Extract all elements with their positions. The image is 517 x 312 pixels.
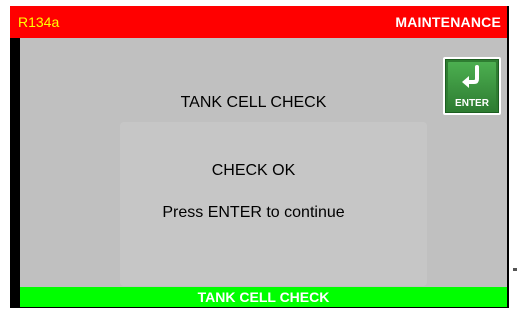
enter-button[interactable]: ENTER — [443, 57, 501, 115]
footer-bar: TANK CELL CHECK — [20, 287, 507, 307]
page-title: TANK CELL CHECK — [180, 94, 327, 111]
footer-label: TANK CELL CHECK — [197, 289, 330, 305]
refrigerant-label: R134a — [18, 14, 60, 30]
enter-button-label: ENTER — [455, 98, 489, 109]
mode-label: MAINTENANCE — [395, 14, 501, 30]
instruction-text: Press ENTER to continue — [162, 204, 345, 221]
status-message: CHECK OK — [211, 162, 296, 179]
enter-return-arrow-icon — [462, 65, 479, 88]
header-bar: R134a MAINTENANCE — [10, 6, 507, 38]
edge-marker — [513, 268, 517, 271]
